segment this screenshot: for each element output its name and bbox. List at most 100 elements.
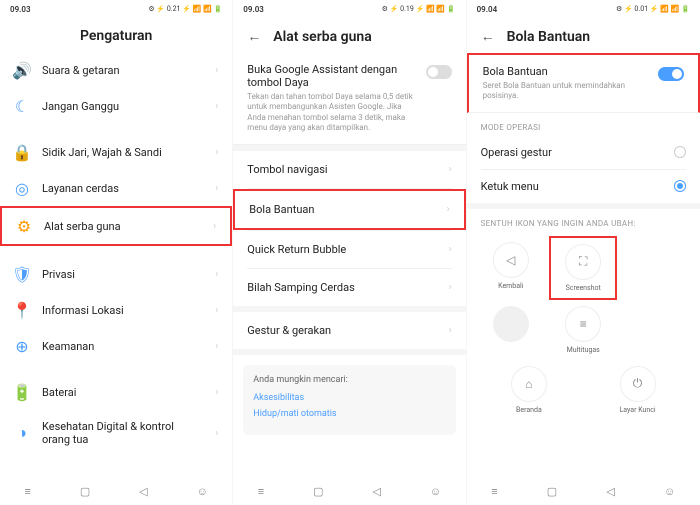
chevron-right-icon: › [215, 341, 218, 352]
lock-icon: 🔒 [14, 144, 30, 160]
settings-icon: ⚙ [16, 218, 32, 234]
nav-back-icon[interactable]: ◁ [606, 485, 614, 498]
divider [233, 349, 465, 355]
battery-icon: 🔋 [14, 384, 30, 400]
nav-recent-icon[interactable]: ≡ [24, 485, 30, 498]
icon-cell-multitask[interactable]: ≡ Multitugas [549, 300, 617, 360]
page-title: Pengaturan [80, 28, 152, 44]
status-bar: 09.04 ⚙ ⚡ 0.01 ⚡ 📶 📶 🔋 [467, 0, 700, 18]
shield-icon: 🛡 [14, 266, 30, 282]
settings-item-dnd[interactable]: ☾ Jangan Ganggu › [0, 88, 232, 124]
nav-home-icon[interactable]: ▢ [313, 485, 323, 498]
toggle-switch[interactable] [658, 67, 684, 81]
suggestion-link-accessibility[interactable]: Aksesibilitas [253, 393, 445, 403]
home-icon: ⌂ [511, 366, 547, 402]
wellbeing-icon: ◑ [14, 425, 30, 441]
location-icon: 📍 [14, 302, 30, 318]
chevron-right-icon: › [215, 183, 218, 194]
page-title: Alat serba guna [273, 29, 371, 45]
chevron-right-icon: › [449, 282, 452, 293]
assistive-ball-toggle-row[interactable]: Bola Bantuan Seret Bola Bantuan untuk me… [467, 53, 700, 113]
back-icon: ◁ [493, 242, 529, 278]
nav-back-icon[interactable]: ◁ [139, 485, 147, 498]
chevron-right-icon: › [215, 428, 218, 439]
chevron-right-icon: › [213, 221, 216, 232]
item-quick-return-bubble[interactable]: Quick Return Bubble › [233, 231, 465, 268]
screen-pengaturan: 09.03 ⚙ ⚡ 0.21 ⚡ 📶 📶 🔋 Pengaturan 🔊 Suar… [0, 0, 233, 505]
chevron-right-icon: › [215, 65, 218, 76]
suggestion-link-auto-onoff[interactable]: Hidup/mati otomatis [253, 409, 445, 419]
settings-item-privacy[interactable]: 🛡 Privasi › [0, 256, 232, 292]
time: 09.03 [243, 5, 264, 14]
settings-item-battery[interactable]: 🔋 Baterai › [0, 374, 232, 410]
chevron-right-icon: › [449, 325, 452, 336]
nav-recent-icon[interactable]: ≡ [258, 485, 264, 498]
back-icon[interactable]: ← [481, 28, 495, 45]
chevron-right-icon: › [215, 101, 218, 112]
settings-item-convenience-tools[interactable]: ⚙ Alat serba guna › [0, 206, 232, 246]
chevron-right-icon: › [215, 305, 218, 316]
lockscreen-icon: ⏻ [620, 366, 656, 402]
icon-cell-center[interactable] [477, 300, 545, 360]
toggle-switch[interactable] [426, 65, 452, 79]
icon-cell-lockscreen[interactable]: ⏻ Layar Kunci [604, 360, 672, 420]
header: Pengaturan [0, 18, 232, 52]
item-smart-sidebar[interactable]: Bilah Samping Cerdas › [233, 269, 465, 306]
settings-item-digital-wellbeing[interactable]: ◑ Kesehatan Digital & kontrol orang tua … [0, 410, 232, 456]
screenshot-icon: ⛶ [565, 244, 601, 280]
header: ← Alat serba guna [233, 18, 465, 53]
screen-bola-bantuan: 09.04 ⚙ ⚡ 0.01 ⚡ 📶 📶 🔋 ← Bola Bantuan Bo… [467, 0, 700, 505]
item-navigation-keys[interactable]: Tombol navigasi › [233, 151, 465, 188]
chevron-right-icon: › [215, 147, 218, 158]
section-mode-operasi: MODE OPERASI [467, 113, 700, 136]
time: 09.03 [10, 5, 31, 14]
moon-icon: ☾ [14, 98, 30, 114]
icon-cell-home[interactable]: ⌂ Beranda [495, 360, 563, 420]
settings-item-smart-services[interactable]: ◎ Layanan cerdas › [0, 170, 232, 206]
status-icons: ⚙ ⚡ 0.19 ⚡ 📶 📶 🔋 [382, 5, 456, 13]
status-icons: ⚙ ⚡ 0.21 ⚡ 📶 📶 🔋 [148, 5, 222, 13]
icon-grid: ◁ Kembali ⛶ Screenshot ≡ Multitugas [467, 232, 700, 424]
status-bar: 09.03 ⚙ ⚡ 0.19 ⚡ 📶 📶 🔋 [233, 0, 465, 18]
chevron-right-icon: › [449, 244, 452, 255]
google-assistant-toggle[interactable]: Buka Google Assistant dengan tombol Daya… [233, 53, 465, 145]
center-ball-icon [493, 306, 529, 342]
icon-cell-back[interactable]: ◁ Kembali [477, 236, 545, 300]
radio-checked-icon [674, 180, 686, 192]
chevron-right-icon: › [215, 269, 218, 280]
item-gestures[interactable]: Gestur & gerakan › [233, 312, 465, 349]
settings-item-sound[interactable]: 🔊 Suara & getaran › [0, 52, 232, 88]
nav-accessibility-icon[interactable]: ☺ [664, 485, 675, 498]
nav-back-icon[interactable]: ◁ [372, 485, 380, 498]
settings-item-biometrics[interactable]: 🔒 Sidik Jari, Wajah & Sandi › [0, 134, 232, 170]
settings-item-security[interactable]: ⊕ Keamanan › [0, 328, 232, 364]
settings-item-location[interactable]: 📍 Informasi Lokasi › [0, 292, 232, 328]
icon-cell-screenshot[interactable]: ⛶ Screenshot [549, 236, 617, 300]
nav-bar: ≡ ▢ ◁ ☺ [0, 477, 232, 505]
back-icon[interactable]: ← [247, 28, 261, 45]
chevron-right-icon: › [215, 387, 218, 398]
nav-recent-icon[interactable]: ≡ [491, 485, 497, 498]
radio-unchecked-icon [674, 146, 686, 158]
time: 09.04 [477, 5, 498, 14]
screen-alat-serba-guna: 09.03 ⚙ ⚡ 0.19 ⚡ 📶 📶 🔋 ← Alat serba guna… [233, 0, 466, 505]
item-assistive-ball[interactable]: Bola Bantuan › [233, 189, 465, 230]
nav-bar: ≡ ▢ ◁ ☺ [467, 477, 700, 505]
status-bar: 09.03 ⚙ ⚡ 0.21 ⚡ 📶 📶 🔋 [0, 0, 232, 18]
suggestions: Anda mungkin mencari: Aksesibilitas Hidu… [243, 365, 455, 435]
section-touch-icon: SENTUH IKON YANG INGIN ANDA UBAH: [467, 209, 700, 232]
nav-accessibility-icon[interactable]: ☺ [430, 485, 441, 498]
status-icons: ⚙ ⚡ 0.01 ⚡ 📶 📶 🔋 [616, 5, 690, 13]
chevron-right-icon: › [449, 164, 452, 175]
nav-accessibility-icon[interactable]: ☺ [197, 485, 208, 498]
security-icon: ⊕ [14, 338, 30, 354]
nav-home-icon[interactable]: ▢ [547, 485, 557, 498]
target-icon: ◎ [14, 180, 30, 196]
nav-bar: ≡ ▢ ◁ ☺ [233, 477, 465, 505]
page-title: Bola Bantuan [507, 29, 591, 45]
radio-tap-menu[interactable]: Ketuk menu [467, 170, 700, 203]
nav-home-icon[interactable]: ▢ [80, 485, 90, 498]
radio-gesture[interactable]: Operasi gestur [467, 136, 700, 169]
volume-icon: 🔊 [14, 62, 30, 78]
chevron-right-icon: › [447, 204, 450, 215]
